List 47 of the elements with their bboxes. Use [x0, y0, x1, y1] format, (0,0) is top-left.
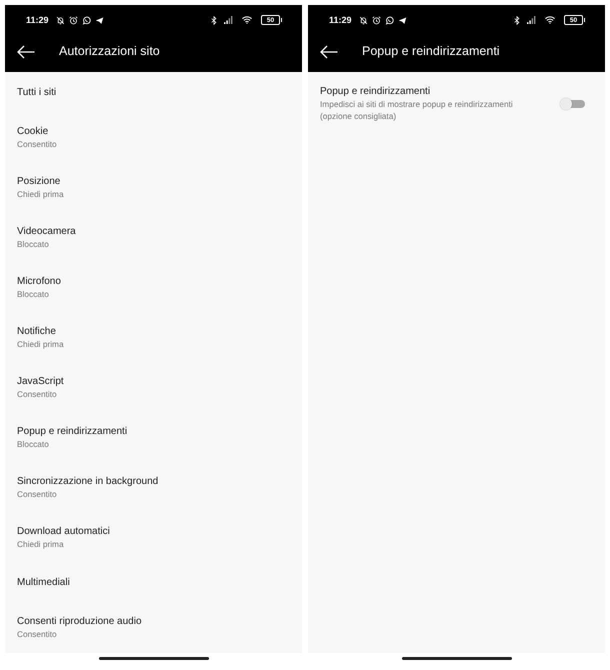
setting-description: Impedisci ai siti di mostrare popup e reindirizzamenti (opzione consigliata) [320, 98, 514, 122]
toggle-switch[interactable] [560, 98, 585, 110]
signal-icon [224, 16, 233, 24]
item-title[interactable]: Cookie [17, 124, 48, 138]
bluetooth-icon [211, 16, 217, 24]
status-time: 11:29 [26, 14, 49, 26]
item-subtitle: Consentito [17, 628, 57, 640]
paper-plane-icon [398, 16, 407, 24]
wifi-icon [545, 16, 555, 24]
item-title[interactable]: Tutti i siti [17, 86, 56, 98]
item-title[interactable]: Download automatici [17, 524, 110, 538]
wifi-icon [242, 16, 252, 24]
arrow-left-icon [17, 44, 35, 58]
item-subtitle: Chiedi prima [17, 538, 64, 550]
item-title[interactable]: Sincronizzazione in background [17, 474, 158, 488]
item-subtitle: Consentito [17, 388, 57, 400]
item-subtitle: Bloccato [17, 288, 49, 300]
item-title[interactable]: Notifiche [17, 324, 56, 338]
back-button[interactable] [17, 44, 35, 58]
item-subtitle: Consentito [17, 488, 57, 500]
item-subtitle: Bloccato [17, 438, 49, 450]
item-title[interactable]: Multimediali [17, 576, 70, 588]
item-title[interactable]: Videocamera [17, 224, 76, 238]
item-title[interactable]: Microfono [17, 274, 61, 288]
setting-title: Popup e reindirizzamenti [320, 85, 430, 98]
bluetooth-icon [514, 16, 520, 24]
item-subtitle: Consentito [17, 138, 57, 150]
paper-plane-icon [94, 16, 104, 24]
arrow-left-icon [320, 44, 338, 58]
alarm-clock-icon [372, 16, 381, 24]
bell-off-icon [56, 16, 65, 24]
chat-bubble-icon [384, 16, 394, 24]
back-button[interactable] [320, 44, 338, 58]
item-subtitle: Chiedi prima [17, 338, 64, 350]
app-bar-title: Popup e reindirizzamenti [362, 44, 500, 59]
bell-off-icon [358, 16, 368, 24]
item-subtitle: Chiedi prima [17, 188, 64, 200]
chat-bubble-icon [82, 16, 91, 24]
item-title[interactable]: JavaScript [17, 374, 64, 388]
item-title[interactable]: Posizione [17, 174, 60, 188]
alarm-clock-icon [68, 16, 78, 24]
item-subtitle: Bloccato [17, 238, 49, 250]
item-title[interactable]: Consenti riproduzione audio [17, 614, 142, 628]
app-bar-title: Autorizzazioni sito [59, 44, 160, 59]
signal-icon [527, 16, 536, 24]
status-time: 11:29 [329, 14, 352, 26]
item-title[interactable]: Popup e reindirizzamenti [17, 424, 128, 438]
